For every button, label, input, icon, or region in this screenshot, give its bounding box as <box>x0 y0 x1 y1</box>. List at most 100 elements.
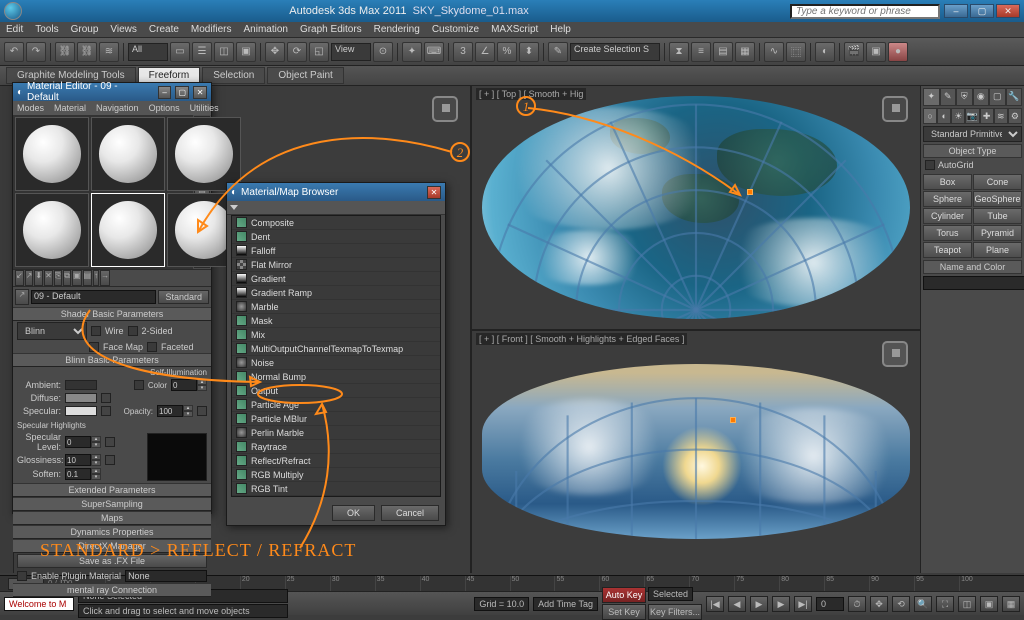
max-script-listener[interactable]: Welcome to M <box>4 597 74 611</box>
prim-plane-button[interactable]: Plane <box>973 242 1022 258</box>
arc-rotate-button[interactable]: ⟲ <box>892 596 910 612</box>
mat-menu-utilities[interactable]: Utilities <box>190 103 219 113</box>
mat-pick-button[interactable]: ↗ <box>15 289 29 305</box>
speclevel-map-button[interactable] <box>105 437 115 447</box>
mat-slot-4[interactable] <box>15 193 89 267</box>
selfillum-spinner[interactable]: ▴▾ <box>171 379 207 391</box>
menu-modifiers[interactable]: Modifiers <box>191 24 232 35</box>
map-item-multioutputchanneltexmaptotexmap[interactable]: MultiOutputChannelTexmapToTexmap <box>232 342 440 356</box>
facemap-checkbox[interactable] <box>89 342 99 352</box>
supersampling-rollout[interactable]: SuperSampling <box>13 497 211 511</box>
prim-box-button[interactable]: Box <box>923 174 972 190</box>
create-spacewarps[interactable]: ≋ <box>994 108 1008 124</box>
viewport-top-smooth[interactable]: [ + ] [ Top ] [ Smooth + Hig <box>472 86 920 329</box>
bind-spacewarp-button[interactable]: ≋ <box>99 42 119 62</box>
named-selset-dropdown[interactable]: Create Selection S <box>570 43 660 61</box>
gloss-spinner[interactable]: ▴▾ <box>65 454 101 466</box>
selected-vertex-top[interactable] <box>747 189 753 195</box>
soften-spinner[interactable]: ▴▾ <box>65 468 101 480</box>
menu-animation[interactable]: Animation <box>243 24 287 35</box>
faceted-checkbox[interactable] <box>147 342 157 352</box>
cmdtab-utilities[interactable]: 🔧 <box>1006 88 1023 106</box>
specular-swatch[interactable] <box>65 406 97 416</box>
object-type-rollout[interactable]: Object Type <box>923 144 1022 158</box>
map-item-gradient-ramp[interactable]: Gradient Ramp <box>232 286 440 300</box>
save-fx-button[interactable]: Save as .FX File <box>17 554 207 568</box>
goto-start-button[interactable]: |◀ <box>706 596 724 612</box>
viewcube-br[interactable] <box>882 341 908 367</box>
prim-sphere-button[interactable]: Sphere <box>923 191 972 207</box>
prim-pyramid-button[interactable]: Pyramid <box>973 225 1022 241</box>
map-item-reflect-refract[interactable]: Reflect/Refract <box>232 454 440 468</box>
menu-customize[interactable]: Customize <box>432 24 479 35</box>
manipulate-button[interactable]: ✦ <box>402 42 422 62</box>
keymode-button[interactable]: ⌨ <box>424 42 444 62</box>
mat-show-button[interactable]: ▣ <box>72 270 82 286</box>
max-viewport-button[interactable]: ▦ <box>1002 596 1020 612</box>
twosided-checkbox[interactable] <box>128 326 138 336</box>
extended-params-rollout[interactable]: Extended Parameters <box>13 483 211 497</box>
create-helpers[interactable]: ✚ <box>980 108 994 124</box>
map-item-marble[interactable]: Marble <box>232 300 440 314</box>
mat-assign-button[interactable]: ⬇ <box>34 270 43 286</box>
pivot-button[interactable]: ⊙ <box>373 42 393 62</box>
rendered-frame-button[interactable]: ▣ <box>866 42 886 62</box>
menu-rendering[interactable]: Rendering <box>374 24 420 35</box>
create-lights[interactable]: ☀ <box>951 108 965 124</box>
material-editor-dialog[interactable]: ◐ Material Editor - 09 - Default – ▢ ✕ M… <box>12 82 212 514</box>
map-item-mask[interactable]: Mask <box>232 314 440 328</box>
mat-menu-navigation[interactable]: Navigation <box>96 103 139 113</box>
map-type-list[interactable]: CompositeDentFalloffFlat MirrorGradientG… <box>231 215 441 497</box>
redo-button[interactable]: ↷ <box>26 42 46 62</box>
app-menu-orb[interactable] <box>4 2 22 20</box>
next-frame-button[interactable]: ▶ <box>772 596 790 612</box>
render-setup-button[interactable]: 🎬 <box>844 42 864 62</box>
browser-options-dropdown[interactable] <box>230 205 238 210</box>
opacity-map-button[interactable] <box>197 406 207 416</box>
time-tag[interactable]: Add Time Tag <box>533 597 598 611</box>
speclevel-spinner[interactable]: ▴▾ <box>65 436 101 448</box>
pan-view-button[interactable]: ✥ <box>870 596 888 612</box>
menu-edit[interactable]: Edit <box>6 24 23 35</box>
menu-help[interactable]: Help <box>550 24 571 35</box>
name-color-rollout[interactable]: Name and Color <box>923 260 1022 274</box>
object-name-input[interactable] <box>923 276 1024 290</box>
mat-slot-3[interactable] <box>167 117 241 191</box>
mat-slot-1[interactable] <box>15 117 89 191</box>
dynamics-rollout[interactable]: Dynamics Properties <box>13 525 211 539</box>
spinner-snap-button[interactable]: ⬍ <box>519 42 539 62</box>
directx-manager-rollout[interactable]: DirectX Manager <box>13 539 211 553</box>
zoom-all-button[interactable]: ⛶ <box>936 596 954 612</box>
mat-put-button[interactable]: ↗ <box>25 270 34 286</box>
cmdtab-modify[interactable]: ✎ <box>940 88 957 106</box>
zoom-extents-button[interactable]: ▣ <box>980 596 998 612</box>
cmdtab-motion[interactable]: ◉ <box>973 88 990 106</box>
map-item-dent[interactable]: Dent <box>232 230 440 244</box>
map-item-particle-age[interactable]: Particle Age <box>232 398 440 412</box>
browser-ok-button[interactable]: OK <box>332 505 375 521</box>
angle-snap-button[interactable]: ∠ <box>475 42 495 62</box>
cmdtab-hierarchy[interactable]: ⛨ <box>956 88 973 106</box>
zoom-button[interactable]: 🔍 <box>914 596 932 612</box>
prim-cone-button[interactable]: Cone <box>973 174 1022 190</box>
undo-button[interactable]: ↶ <box>4 42 24 62</box>
map-item-smoke[interactable]: Smoke <box>232 496 440 497</box>
diffuse-map-button[interactable] <box>101 393 111 403</box>
mentalray-rollout[interactable]: mental ray Connection <box>13 583 211 597</box>
mat-slot-5-active[interactable] <box>91 193 165 267</box>
mirror-button[interactable]: ⧗ <box>669 42 689 62</box>
map-item-flat-mirror[interactable]: Flat Mirror <box>232 258 440 272</box>
shader-basic-params-rollout[interactable]: Shader Basic Parameters <box>13 307 211 321</box>
curve-editor-button[interactable]: ∿ <box>764 42 784 62</box>
prim-teapot-button[interactable]: Teapot <box>923 242 972 258</box>
geometry-category-dropdown[interactable]: Standard Primitives <box>923 126 1022 142</box>
wire-checkbox[interactable] <box>91 326 101 336</box>
mat-showend-button[interactable]: ▤ <box>83 270 93 286</box>
minimize-button[interactable]: – <box>944 4 968 18</box>
rotate-button[interactable]: ⟳ <box>287 42 307 62</box>
autogrid-checkbox[interactable] <box>925 160 935 170</box>
cmdtab-create[interactable]: ✦ <box>923 88 940 106</box>
map-item-output[interactable]: Output <box>232 384 440 398</box>
unlink-button[interactable]: ⛓ <box>77 42 97 62</box>
render-button[interactable]: ● <box>888 42 908 62</box>
